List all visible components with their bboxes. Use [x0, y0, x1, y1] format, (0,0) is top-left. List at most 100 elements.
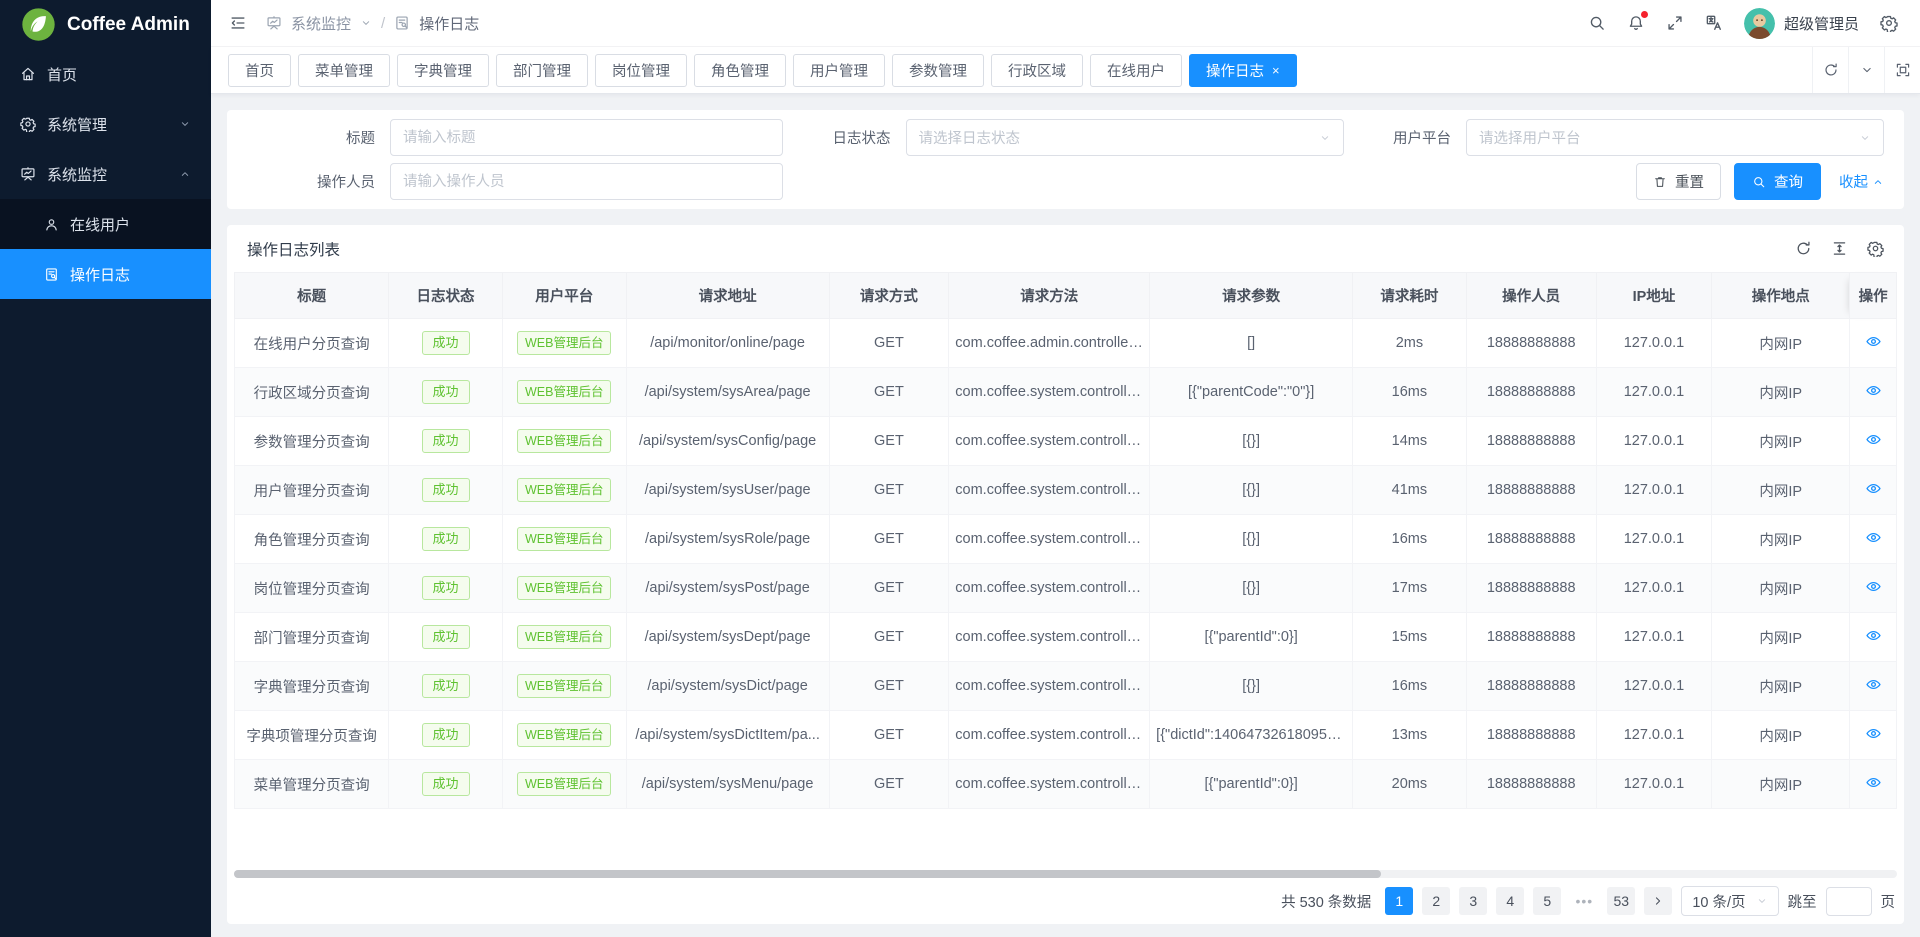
close-icon[interactable]: ×	[1272, 63, 1280, 78]
cell-status: 成功	[389, 760, 503, 809]
jump-unit-label: 页	[1881, 891, 1896, 912]
jump-page-input[interactable]	[1826, 887, 1872, 916]
sidebar-subitem-1[interactable]: 操作日志	[0, 249, 211, 299]
cell-title: 行政区域分页查询	[235, 368, 389, 417]
cell-title: 用户管理分页查询	[235, 466, 389, 515]
cell-platform: WEB管理后台	[502, 662, 626, 711]
page-button-5[interactable]: 5	[1533, 887, 1561, 915]
table-tools	[1795, 240, 1884, 257]
open-tabs: 首页菜单管理字典管理部门管理岗位管理 角色管理 用户管理参数管理行政区域在线用户操作…	[228, 54, 1812, 87]
page-button-4[interactable]: 4	[1496, 887, 1524, 915]
cell-status: 成功	[389, 417, 503, 466]
refresh-table-icon[interactable]	[1795, 240, 1812, 257]
tab-item-0[interactable]: 首页	[228, 54, 291, 87]
cell-action	[1850, 662, 1897, 711]
log-table: 标题日志状态用户平台请求地址请求方式请求方法请求参数请求耗时操作人员IP地址操作…	[234, 272, 1897, 809]
sidebar-subitem-label: 操作日志	[70, 264, 191, 285]
language-icon[interactable]	[1705, 14, 1723, 32]
log-status-select[interactable]: 请选择日志状态	[906, 119, 1344, 156]
eye-icon[interactable]	[1865, 774, 1882, 791]
tab-item-6[interactable]: 用户管理	[793, 54, 885, 87]
tab-item-4[interactable]: 岗位管理	[595, 54, 687, 87]
status-tag: 成功	[422, 527, 470, 552]
notifications-bell-icon[interactable]	[1627, 14, 1645, 32]
cell-operator: 18888888888	[1466, 711, 1596, 760]
tab-item-3[interactable]: 部门管理	[496, 54, 588, 87]
user-menu[interactable]: 超级管理员	[1744, 8, 1859, 39]
horizontal-scrollbar[interactable]	[234, 870, 1897, 878]
sidebar-item-1[interactable]: 系统管理	[0, 99, 211, 149]
app-logo[interactable]: Coffee Admin	[0, 0, 211, 49]
table-row: 参数管理分页查询成功WEB管理后台/api/system/sysConfig/p…	[235, 417, 1897, 466]
title-input[interactable]	[390, 119, 783, 156]
table-row: 角色管理分页查询成功WEB管理后台/api/system/sysRole/pag…	[235, 515, 1897, 564]
tab-item-10[interactable]: 操作日志×	[1189, 54, 1297, 87]
status-tag: 成功	[422, 625, 470, 650]
cell-status: 成功	[389, 466, 503, 515]
page-button-1[interactable]: 1	[1385, 887, 1413, 915]
search-button-label: 查询	[1774, 171, 1803, 192]
cell-method: GET	[829, 515, 949, 564]
maximize-content-icon[interactable]	[1884, 47, 1920, 93]
breadcrumb-section[interactable]: 系统监控	[291, 13, 351, 34]
column-settings-icon[interactable]	[1867, 240, 1884, 257]
eye-icon[interactable]	[1865, 529, 1882, 546]
sidebar-subitem-0[interactable]: 在线用户	[0, 199, 211, 249]
tab-menu-chevron-icon[interactable]	[1848, 47, 1884, 93]
platform-tag: WEB管理后台	[517, 527, 611, 551]
user-platform-select[interactable]: 请选择用户平台	[1466, 119, 1884, 156]
next-page-button[interactable]	[1644, 887, 1672, 915]
cell-platform: WEB管理后台	[502, 368, 626, 417]
platform-filter-label: 用户平台	[1393, 127, 1451, 148]
operator-input[interactable]	[390, 163, 783, 200]
cell-url: /api/system/sysDictItem/pa...	[626, 711, 829, 760]
eye-icon[interactable]	[1865, 676, 1882, 693]
tab-item-1[interactable]: 菜单管理	[298, 54, 390, 87]
cell-duration: 41ms	[1353, 466, 1467, 515]
platform-tag: WEB管理后台	[517, 772, 611, 796]
tab-item-8[interactable]: 行政区域	[991, 54, 1083, 87]
search-button[interactable]: 查询	[1734, 163, 1821, 200]
cell-handler: com.coffee.system.controlle...	[949, 760, 1150, 809]
eye-icon[interactable]	[1865, 333, 1882, 350]
sidebar-item-2[interactable]: 系统监控	[0, 149, 211, 199]
cell-handler: com.coffee.system.controlle...	[949, 564, 1150, 613]
eye-icon[interactable]	[1865, 578, 1882, 595]
page-button-3[interactable]: 3	[1459, 887, 1487, 915]
search-icon[interactable]	[1588, 14, 1606, 32]
cell-handler: com.coffee.system.controlle...	[949, 417, 1150, 466]
row-density-icon[interactable]	[1831, 240, 1848, 257]
collapse-sidebar-icon[interactable]	[229, 14, 247, 32]
cell-url: /api/system/sysRole/page	[626, 515, 829, 564]
settings-gear-icon[interactable]	[1880, 14, 1898, 32]
fullscreen-icon[interactable]	[1666, 14, 1684, 32]
chevron-down-icon[interactable]	[360, 17, 372, 29]
tab-label: 角色管理	[711, 60, 769, 81]
sidebar-item-0[interactable]: 首页	[0, 49, 211, 99]
eye-icon[interactable]	[1865, 431, 1882, 448]
scrollbar-thumb[interactable]	[234, 870, 1381, 878]
page-button-2[interactable]: 2	[1422, 887, 1450, 915]
eye-icon[interactable]	[1865, 382, 1882, 399]
reset-button[interactable]: 重置	[1636, 163, 1721, 200]
sidebar-menu: 首页系统管理系统监控在线用户操作日志	[0, 49, 211, 299]
tab-item-5[interactable]: 角色管理	[694, 54, 786, 87]
cell-title: 岗位管理分页查询	[235, 564, 389, 613]
page-button-53[interactable]: 53	[1607, 887, 1635, 915]
cell-title: 在线用户分页查询	[235, 319, 389, 368]
page-size-select[interactable]: 10 条/页	[1681, 886, 1778, 916]
title-filter-label: 标题	[247, 127, 375, 148]
eye-icon[interactable]	[1865, 480, 1882, 497]
tab-item-2[interactable]: 字典管理	[397, 54, 489, 87]
cell-duration: 17ms	[1353, 564, 1467, 613]
cell-status: 成功	[389, 613, 503, 662]
tab-item-9[interactable]: 在线用户	[1090, 54, 1182, 87]
tab-item-7[interactable]: 参数管理	[892, 54, 984, 87]
eye-icon[interactable]	[1865, 627, 1882, 644]
cell-operator: 18888888888	[1466, 417, 1596, 466]
eye-icon[interactable]	[1865, 725, 1882, 742]
cell-operator: 18888888888	[1466, 319, 1596, 368]
collapse-filters-link[interactable]: 收起	[1839, 171, 1884, 192]
cell-params: [{}]	[1150, 515, 1353, 564]
refresh-tab-icon[interactable]	[1812, 47, 1848, 93]
